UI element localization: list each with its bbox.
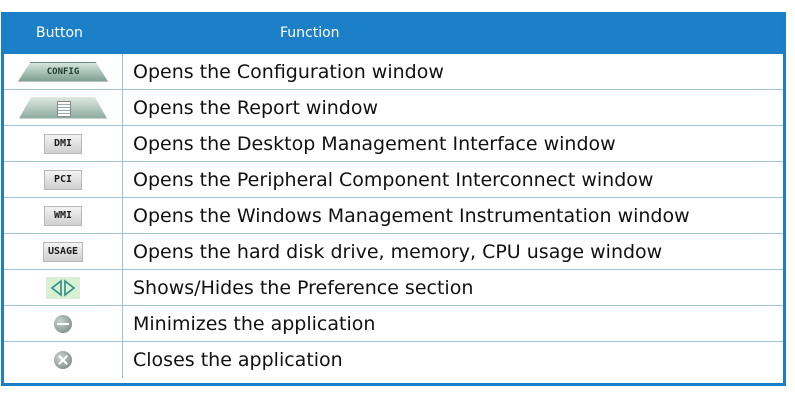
table-row: DMI Opens the Desktop Management Interfa…	[4, 126, 783, 162]
function-text: Minimizes the application	[133, 312, 376, 335]
header-button: Button	[36, 25, 83, 41]
minimize-icon	[54, 314, 72, 333]
report-button-icon	[19, 96, 107, 119]
table-row: Opens the Report window	[4, 90, 783, 126]
function-text: Opens the Configuration window	[133, 60, 444, 83]
dmi-button-icon: DMI	[44, 133, 82, 154]
table-row: Shows/Hides the Preference section	[4, 270, 783, 306]
table-row: Closes the application	[4, 342, 783, 378]
header-function: Function	[280, 25, 340, 41]
function-text: Shows/Hides the Preference section	[133, 276, 474, 299]
pci-button-icon: PCI	[44, 169, 82, 190]
button-function-table: Button Function CONFIG Opens the Configu…	[1, 12, 786, 386]
function-text: Opens the Report window	[133, 96, 379, 119]
arrows-glyph	[50, 278, 76, 297]
table-row: CONFIG Opens the Configuration window	[4, 54, 783, 90]
table-row: WMI Opens the Windows Management Instrum…	[4, 198, 783, 234]
table-row: Minimizes the application	[4, 306, 783, 342]
table-row: PCI Opens the Peripheral Component Inter…	[4, 162, 783, 198]
show-hide-arrows-icon	[46, 276, 80, 299]
function-text: Opens the Windows Management Instrumenta…	[133, 204, 690, 227]
function-text: Opens the hard disk drive, memory, CPU u…	[133, 240, 663, 263]
wmi-button-icon: WMI	[44, 205, 82, 226]
function-text: Opens the Peripheral Component Interconn…	[133, 168, 654, 191]
table-header: Button Function	[4, 15, 783, 54]
close-icon	[54, 351, 72, 369]
table-row: USAGE Opens the hard disk drive, memory,…	[4, 234, 783, 270]
function-text: Closes the application	[133, 349, 343, 371]
function-text: Opens the Desktop Management Interface w…	[133, 132, 616, 155]
usage-button-icon: USAGE	[42, 241, 84, 262]
config-button-icon: CONFIG	[18, 61, 108, 82]
